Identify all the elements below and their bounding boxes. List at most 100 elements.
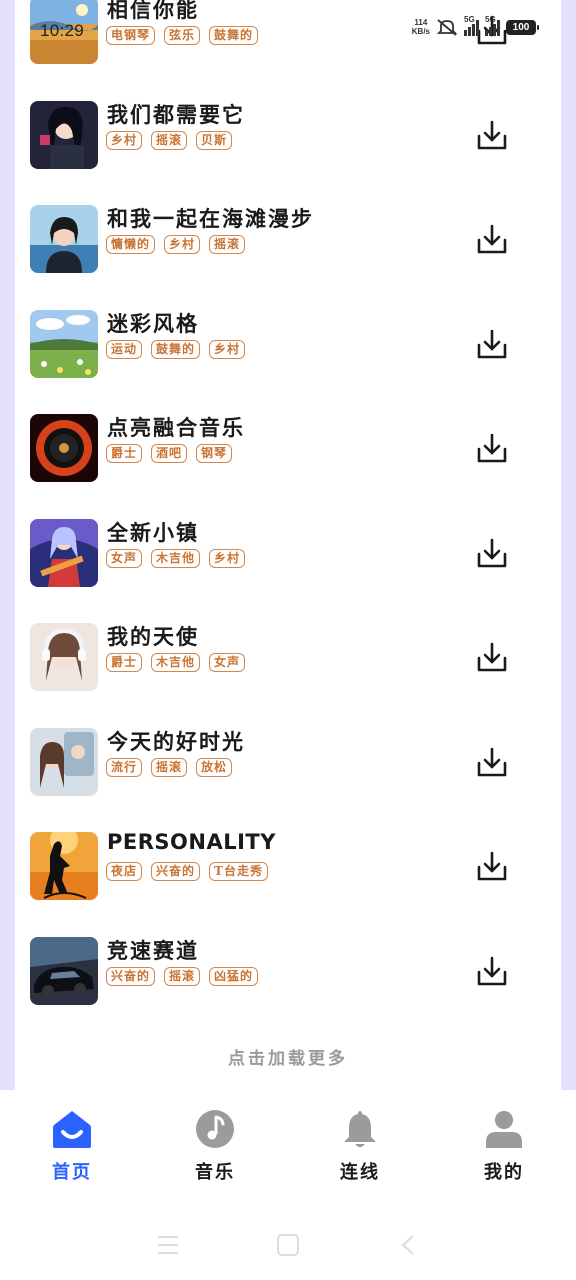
download-icon[interactable]	[475, 328, 509, 362]
download-icon[interactable]	[475, 432, 509, 466]
song-item[interactable]: 点亮融合音乐 爵士 酒吧 钢琴	[30, 414, 540, 518]
network-type-2: 5G	[485, 15, 496, 24]
song-item[interactable]: PERSONALITY 夜店 兴奋的 T台走秀	[30, 830, 540, 936]
song-title: 全新小镇	[107, 519, 199, 545]
genre-tag: 慵懒的	[106, 235, 156, 254]
speed-unit: KB/s	[411, 27, 430, 36]
home-nav-icon[interactable]	[276, 1234, 300, 1256]
beach-girl-cover-icon	[30, 205, 98, 273]
download-icon[interactable]	[475, 119, 509, 153]
download-icon[interactable]	[475, 537, 509, 571]
genre-tag: 凶猛的	[209, 966, 259, 986]
genre-tag: 爵士	[106, 444, 143, 463]
network-speed: 114 KB/s	[412, 18, 430, 36]
load-more-button[interactable]: 点击加载更多	[0, 1044, 576, 1069]
tag-list: 乡村 摇滚 贝斯	[106, 130, 233, 150]
mirror-girl-cover-icon	[30, 727, 98, 796]
song-title: 我的天使	[107, 624, 199, 649]
genre-tag: 女声	[106, 548, 143, 568]
genre-tag: 酒吧	[151, 444, 188, 463]
tab-connect[interactable]: 连线	[315, 1108, 405, 1184]
song-item[interactable]: 竞速赛道 兴奋的 摇滚 凶猛的	[30, 936, 540, 1041]
tab-music-label: 音乐	[195, 1162, 235, 1183]
genre-tag: 鼓舞的	[151, 339, 201, 359]
menu-nav-icon[interactable]	[156, 1234, 180, 1256]
status-icons: 114 KB/s 5G 5G 100	[412, 15, 539, 36]
download-icon[interactable]	[475, 955, 509, 989]
song-title: 竞速赛道	[107, 937, 199, 963]
tab-mine[interactable]: 我的	[459, 1108, 549, 1184]
song-title: PERSONALITY	[107, 830, 276, 854]
genre-tag: 乡村	[164, 235, 201, 254]
song-item[interactable]: 迷彩风格 运动 鼓舞的 乡村	[30, 309, 540, 414]
song-cover	[30, 727, 98, 796]
genre-tag: 放松	[196, 757, 233, 777]
song-cover	[30, 936, 98, 1005]
download-icon[interactable]	[475, 746, 509, 780]
song-cover	[30, 205, 98, 273]
tag-list: 流行 摇滚 放松	[106, 757, 233, 777]
download-icon[interactable]	[475, 223, 509, 257]
guitar-girl-cover-icon	[30, 518, 98, 587]
genre-tag: 兴奋的	[151, 862, 201, 881]
song-item[interactable]: 我们都需要它 乡村 摇滚 贝斯	[30, 100, 540, 205]
download-icon[interactable]	[475, 850, 509, 884]
song-cover	[30, 100, 98, 169]
genre-tag: 木吉他	[151, 548, 201, 568]
back-nav-icon[interactable]	[398, 1234, 418, 1256]
genre-tag: 运动	[106, 339, 143, 359]
clock: 10:29	[40, 21, 85, 40]
song-cover	[30, 518, 98, 587]
anime-girl-cover-icon	[30, 100, 98, 169]
genre-tag: T台走秀	[209, 862, 268, 881]
song-title: 迷彩风格	[107, 310, 199, 336]
tag-list: 爵士 木吉他 女声	[106, 653, 246, 672]
tag-list: 慵懒的 乡村 摇滚	[106, 235, 246, 254]
meadow-cover-icon	[30, 309, 98, 378]
mute-icon	[436, 19, 458, 36]
headphone-girl-cover-icon	[30, 623, 98, 691]
song-cover	[30, 623, 98, 691]
song-cover	[30, 832, 98, 900]
genre-tag: 贝斯	[196, 130, 233, 150]
tag-list: 爵士 酒吧 钢琴	[106, 444, 233, 463]
genre-tag: 夜店	[106, 862, 143, 881]
user-icon	[486, 1111, 522, 1148]
song-item[interactable]: 我的天使 爵士 木吉他 女声	[30, 623, 540, 727]
tab-mine-label: 我的	[484, 1162, 524, 1183]
bottom-tab-bar: 首页 音乐 连线 我的	[0, 1090, 576, 1200]
genre-tag: 摇滚	[209, 235, 246, 254]
song-title: 点亮融合音乐	[107, 415, 245, 440]
battery-icon: 100	[506, 19, 539, 35]
song-cover	[30, 414, 98, 482]
singer-silhouette-cover-icon	[30, 832, 98, 900]
genre-tag: 爵士	[106, 653, 143, 672]
tab-music[interactable]: 音乐	[170, 1108, 260, 1184]
tab-home-label: 首页	[52, 1162, 92, 1183]
vinyl-fire-cover-icon	[30, 414, 98, 482]
network-type-1: 5G	[464, 15, 475, 24]
tag-list: 女声 木吉他 乡村	[106, 548, 246, 568]
song-title: 今天的好时光	[107, 728, 245, 754]
bell-icon	[344, 1111, 376, 1147]
song-item[interactable]: 全新小镇 女声 木吉他 乡村	[30, 518, 540, 623]
song-title: 和我一起在海滩漫步	[107, 206, 314, 231]
genre-tag: 兴奋的	[106, 966, 156, 986]
genre-tag: 女声	[209, 653, 246, 672]
tab-connect-label: 连线	[340, 1162, 380, 1183]
song-item[interactable]: 和我一起在海滩漫步 慵懒的 乡村 摇滚	[30, 205, 540, 309]
genre-tag: 木吉他	[151, 653, 201, 672]
song-cover	[30, 309, 98, 378]
tab-home[interactable]: 首页	[27, 1108, 117, 1184]
race-car-cover-icon	[30, 936, 98, 1005]
speed-value: 114	[414, 18, 428, 27]
song-item[interactable]: 今天的好时光 流行 摇滚 放松	[30, 727, 540, 832]
tag-list: 兴奋的 摇滚 凶猛的	[106, 966, 259, 986]
genre-tag: 流行	[106, 757, 143, 777]
genre-tag: 摇滚	[151, 130, 188, 150]
system-navigation-bar	[0, 1200, 576, 1280]
download-icon[interactable]	[475, 641, 509, 675]
status-bar: 10:29 114 KB/s 5G 5G 100	[0, 0, 576, 44]
tag-list: 运动 鼓舞的 乡村	[106, 339, 246, 359]
genre-tag: 乡村	[209, 339, 246, 359]
